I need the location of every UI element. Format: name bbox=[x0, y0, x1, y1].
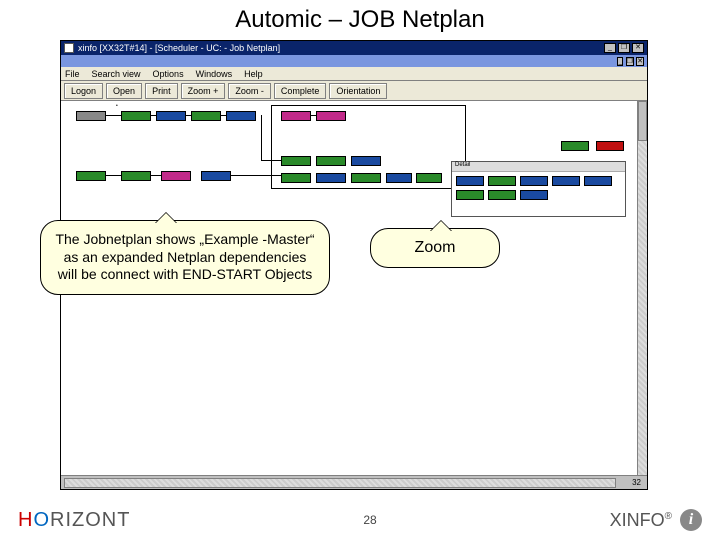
menubar: File Search view Options Windows Help bbox=[61, 67, 647, 81]
job-node[interactable] bbox=[226, 111, 256, 121]
page-number: 28 bbox=[130, 513, 609, 527]
horizontal-scrollbar[interactable] bbox=[64, 478, 616, 488]
callout-description: The Jobnetplan shows „Example -Master“ a… bbox=[40, 220, 330, 295]
job-node[interactable] bbox=[76, 111, 106, 121]
print-button[interactable]: Print bbox=[145, 83, 178, 99]
menu-help[interactable]: Help bbox=[244, 69, 263, 79]
close-button[interactable]: ✕ bbox=[632, 43, 644, 53]
document-titlebar: _ ❐ ✕ bbox=[61, 55, 647, 67]
record-count: 32 bbox=[626, 478, 647, 487]
detail-header: Detail bbox=[452, 162, 625, 172]
doc-close-button[interactable]: ✕ bbox=[636, 57, 644, 66]
job-node[interactable] bbox=[596, 141, 624, 151]
menu-file[interactable]: File bbox=[65, 69, 80, 79]
job-node[interactable] bbox=[561, 141, 589, 151]
doc-maximize-button[interactable]: ❐ bbox=[626, 57, 634, 66]
job-node[interactable] bbox=[191, 111, 221, 121]
job-node[interactable] bbox=[121, 171, 151, 181]
detail-node[interactable] bbox=[520, 176, 548, 186]
menu-windows[interactable]: Windows bbox=[196, 69, 233, 79]
app-icon bbox=[64, 43, 74, 53]
window-controls: _ ❐ ✕ bbox=[604, 43, 644, 53]
job-node[interactable] bbox=[201, 171, 231, 181]
vertical-scrollbar[interactable] bbox=[637, 101, 647, 475]
window-title: xinfo [XX32T#14] - [Scheduler - UC: - Jo… bbox=[78, 43, 280, 53]
connector bbox=[186, 115, 191, 116]
info-icon: i bbox=[680, 509, 702, 531]
job-node[interactable] bbox=[161, 171, 191, 181]
detail-node[interactable] bbox=[488, 176, 516, 186]
doc-minimize-button[interactable]: _ bbox=[617, 57, 623, 66]
detail-panel[interactable]: Detail bbox=[451, 161, 626, 217]
main-titlebar: xinfo [XX32T#14] - [Scheduler - UC: - Jo… bbox=[61, 41, 647, 55]
detail-node[interactable] bbox=[552, 176, 580, 186]
complete-button[interactable]: Complete bbox=[274, 83, 327, 99]
connector bbox=[151, 175, 161, 176]
maximize-button[interactable]: ❐ bbox=[618, 43, 630, 53]
slide-title: Automic – JOB Netplan bbox=[0, 0, 720, 38]
detail-node[interactable] bbox=[584, 176, 612, 186]
statusbar: 32 bbox=[61, 475, 647, 489]
brand-horizont: HORIZONT bbox=[18, 509, 130, 532]
logon-button[interactable]: Logon bbox=[64, 83, 103, 99]
toolbar: Logon Open Print Zoom + Zoom - Complete … bbox=[61, 81, 647, 101]
zoom-in-button[interactable]: Zoom + bbox=[181, 83, 226, 99]
slide-footer: HORIZONT 28 XINFO® i bbox=[0, 500, 720, 540]
detail-node[interactable] bbox=[520, 190, 548, 200]
zoom-highlight-rect bbox=[271, 105, 466, 189]
connector bbox=[106, 115, 121, 116]
connector bbox=[106, 175, 121, 176]
orientation-button[interactable]: Orientation bbox=[329, 83, 387, 99]
brand-xinfo: XINFO® i bbox=[610, 509, 702, 531]
menu-search[interactable]: Search view bbox=[92, 69, 141, 79]
connector bbox=[151, 115, 156, 116]
callout-zoom: Zoom bbox=[370, 228, 500, 268]
row-label: • bbox=[116, 103, 118, 109]
detail-node[interactable] bbox=[456, 190, 484, 200]
open-button[interactable]: Open bbox=[106, 83, 142, 99]
zoom-out-button[interactable]: Zoom - bbox=[228, 83, 271, 99]
menu-options[interactable]: Options bbox=[153, 69, 184, 79]
connector bbox=[221, 115, 226, 116]
connector bbox=[261, 115, 262, 160]
detail-node[interactable] bbox=[488, 190, 516, 200]
vscroll-thumb[interactable] bbox=[638, 101, 647, 141]
job-node[interactable] bbox=[156, 111, 186, 121]
minimize-button[interactable]: _ bbox=[604, 43, 616, 53]
job-node[interactable] bbox=[121, 111, 151, 121]
detail-node[interactable] bbox=[456, 176, 484, 186]
job-node[interactable] bbox=[76, 171, 106, 181]
